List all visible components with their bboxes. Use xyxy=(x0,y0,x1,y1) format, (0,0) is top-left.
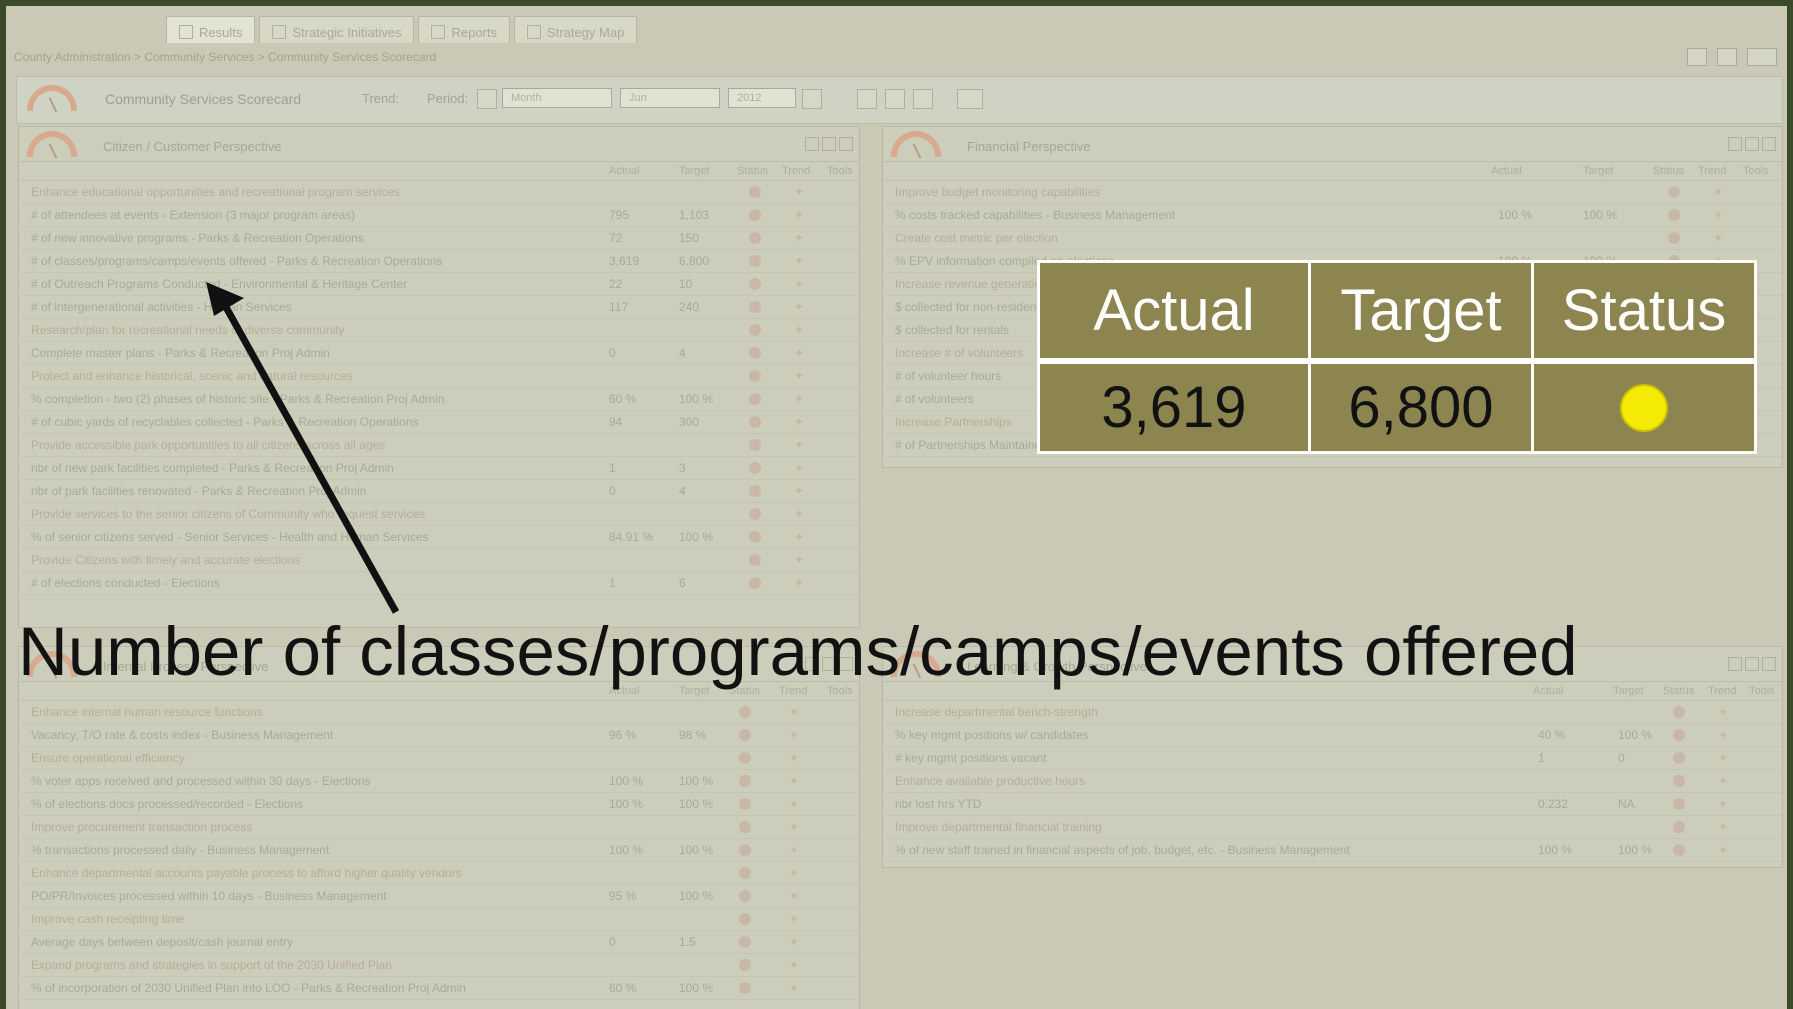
arrow-shaft xyxy=(218,298,400,614)
callout-label: Number of classes/programs/camps/events … xyxy=(18,613,1578,690)
callout-arrow xyxy=(206,282,400,614)
